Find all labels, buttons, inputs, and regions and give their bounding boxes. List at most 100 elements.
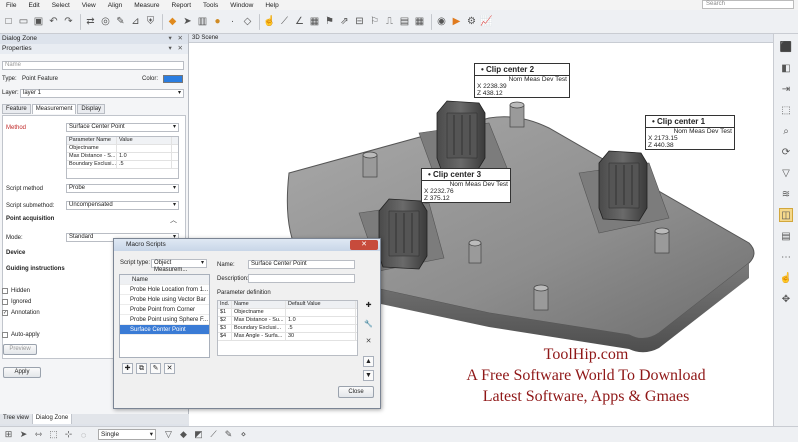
- checkbox-box[interactable]: [2, 288, 8, 294]
- menu-item-report[interactable]: Report: [166, 2, 198, 9]
- ignored-checkbox[interactable]: Ignored: [2, 299, 31, 305]
- add-script-icon[interactable]: ✚: [122, 363, 133, 374]
- cube-select-icon[interactable]: ◆: [177, 428, 190, 441]
- align-icon[interactable]: ⇄: [84, 15, 97, 28]
- play-icon[interactable]: ▶: [450, 15, 463, 28]
- list-item[interactable]: Probe Point from Corner: [120, 305, 209, 315]
- angle-tool-icon[interactable]: ∠: [293, 15, 306, 28]
- table-row[interactable]: Max Distance - S... 1.0: [67, 153, 178, 161]
- point-select-icon[interactable]: ⊹: [62, 428, 75, 441]
- probe-icon[interactable]: ✎: [114, 15, 127, 28]
- redo-icon[interactable]: ↷: [62, 15, 75, 28]
- select-icon[interactable]: ⬚: [779, 103, 793, 117]
- move-up-icon[interactable]: ▲: [363, 356, 374, 367]
- probe-icon[interactable]: ▤: [779, 229, 793, 243]
- apply-button[interactable]: Apply: [3, 367, 41, 378]
- tab-measurement[interactable]: Measurement: [31, 104, 77, 114]
- script-method-select[interactable]: Probe: [66, 184, 179, 193]
- table-row[interactable]: Boundary Exclusi... .5: [67, 161, 178, 169]
- remove-parameter-icon[interactable]: ✕: [363, 337, 374, 348]
- name-field[interactable]: Name: [2, 61, 184, 70]
- pointer-icon[interactable]: ☝: [779, 271, 793, 285]
- rotate-icon[interactable]: ⟳: [779, 145, 793, 159]
- device-heading[interactable]: Device: [6, 250, 25, 256]
- add-parameter-icon[interactable]: ✚: [363, 301, 374, 312]
- tab-tree-view[interactable]: Tree view: [0, 414, 33, 424]
- checkbox-box[interactable]: ✓: [2, 310, 8, 316]
- script-name-field[interactable]: Surface Center Point: [248, 260, 355, 269]
- move-down-icon[interactable]: ▼: [363, 370, 374, 381]
- callout-clip-center-1[interactable]: Clip center 1 Nom Meas Dev Test X 2173.1…: [645, 115, 735, 150]
- tab-display[interactable]: Display: [77, 104, 106, 114]
- list-item[interactable]: Probe Hole using Vector Bar: [120, 295, 209, 305]
- save-icon[interactable]: ▣: [32, 15, 45, 28]
- tab-dialog-zone[interactable]: Dialog Zone: [32, 414, 73, 424]
- surface-icon[interactable]: ◩: [192, 428, 205, 441]
- new-file-icon[interactable]: □: [2, 15, 15, 28]
- zoom-icon[interactable]: ⌕: [779, 124, 793, 138]
- name-cell[interactable]: Max Distance - Su...: [232, 317, 286, 324]
- selection-mode-select[interactable]: Single: [98, 429, 156, 440]
- menu-item-window[interactable]: Window: [224, 2, 259, 9]
- default-cell[interactable]: [286, 309, 356, 316]
- section-icon[interactable]: ⊟: [353, 15, 366, 28]
- description-field[interactable]: [248, 274, 355, 283]
- tab-feature[interactable]: Feature: [2, 104, 31, 114]
- measure-arrow-icon[interactable]: ⇥: [779, 82, 793, 96]
- ruler-icon[interactable]: ⊞: [2, 428, 15, 441]
- report-icon[interactable]: ▤: [398, 15, 411, 28]
- open-folder-icon[interactable]: ▭: [17, 15, 30, 28]
- close-button[interactable]: Close: [338, 386, 374, 398]
- dialog-close-icon[interactable]: ✕: [350, 240, 378, 250]
- settings-icon[interactable]: ⚙: [465, 15, 478, 28]
- collapse-icon[interactable]: ︿: [170, 215, 177, 225]
- menu-item-view[interactable]: View: [76, 2, 102, 9]
- filter-icon[interactable]: ▽: [162, 428, 175, 441]
- edit-script-icon[interactable]: ✎: [150, 363, 161, 374]
- copy-script-icon[interactable]: ⧉: [136, 363, 147, 374]
- name-cell[interactable]: Max Angle - Surfa...: [232, 333, 286, 340]
- table-row[interactable]: $3 Boundary Exclusi... .5: [218, 325, 357, 333]
- view-iso-icon[interactable]: ◧: [779, 61, 793, 75]
- hidden-checkbox[interactable]: Hidden: [2, 288, 30, 294]
- checkbox-box[interactable]: [2, 332, 8, 338]
- table-row[interactable]: Objectname: [67, 145, 178, 153]
- auto-apply-checkbox[interactable]: Auto-apply: [2, 332, 40, 338]
- menu-item-help[interactable]: Help: [259, 2, 284, 9]
- pin-icon[interactable]: ⚑: [323, 15, 336, 28]
- shield-icon[interactable]: ⛨: [144, 15, 157, 28]
- points-icon[interactable]: ⋯: [779, 250, 793, 264]
- callout-clip-center-3[interactable]: Clip center 3 Nom Meas Dev Test X 2232.7…: [421, 168, 511, 203]
- default-cell[interactable]: 1.0: [286, 317, 356, 324]
- properties-controls[interactable]: ▾ ✕: [168, 44, 188, 54]
- callout-clip-center-2[interactable]: Clip center 2 Nom Meas Dev Test X 2238.3…: [474, 63, 570, 98]
- edge-icon[interactable]: ⟋: [207, 428, 220, 441]
- grid-tool-icon[interactable]: ▦: [308, 15, 321, 28]
- arrow-cursor-icon[interactable]: ➤: [17, 428, 30, 441]
- search-input[interactable]: Search: [702, 0, 794, 9]
- point-acquisition-heading[interactable]: Point acquisition: [6, 216, 54, 222]
- default-cell[interactable]: 30: [286, 333, 356, 340]
- cube-icon[interactable]: ◆: [166, 15, 179, 28]
- param-value[interactable]: [117, 145, 172, 152]
- flag-icon[interactable]: ⚐: [368, 15, 381, 28]
- point-icon[interactable]: ·: [226, 15, 239, 28]
- menu-item-align[interactable]: Align: [102, 2, 128, 9]
- guiding-instructions-heading[interactable]: Guiding instructions: [6, 266, 65, 272]
- filter-icon[interactable]: ▽: [779, 166, 793, 180]
- select-box-icon[interactable]: ⬚: [47, 428, 60, 441]
- script-type-select[interactable]: Object Measurem...: [151, 259, 207, 273]
- hand-probe-icon[interactable]: ☝: [263, 15, 276, 28]
- vertex-icon[interactable]: ⋄: [237, 428, 250, 441]
- undo-icon[interactable]: ↶: [47, 15, 60, 28]
- list-item-selected[interactable]: Surface Center Point: [120, 325, 209, 335]
- plane-icon[interactable]: ◇: [241, 15, 254, 28]
- name-cell[interactable]: Boundary Exclusi...: [232, 325, 286, 332]
- measure-distance-icon[interactable]: ⇿: [32, 428, 45, 441]
- table-row[interactable]: $4 Max Angle - Surfa... 30: [218, 333, 357, 341]
- measure-icon[interactable]: ⊿: [129, 15, 142, 28]
- annotation-checkbox[interactable]: ✓ Annotation: [2, 310, 40, 316]
- default-cell[interactable]: .5: [286, 325, 356, 332]
- list-item[interactable]: Probe Point using Sphere F...: [120, 315, 209, 325]
- list-item[interactable]: Probe Hole Location from 1...: [120, 285, 209, 295]
